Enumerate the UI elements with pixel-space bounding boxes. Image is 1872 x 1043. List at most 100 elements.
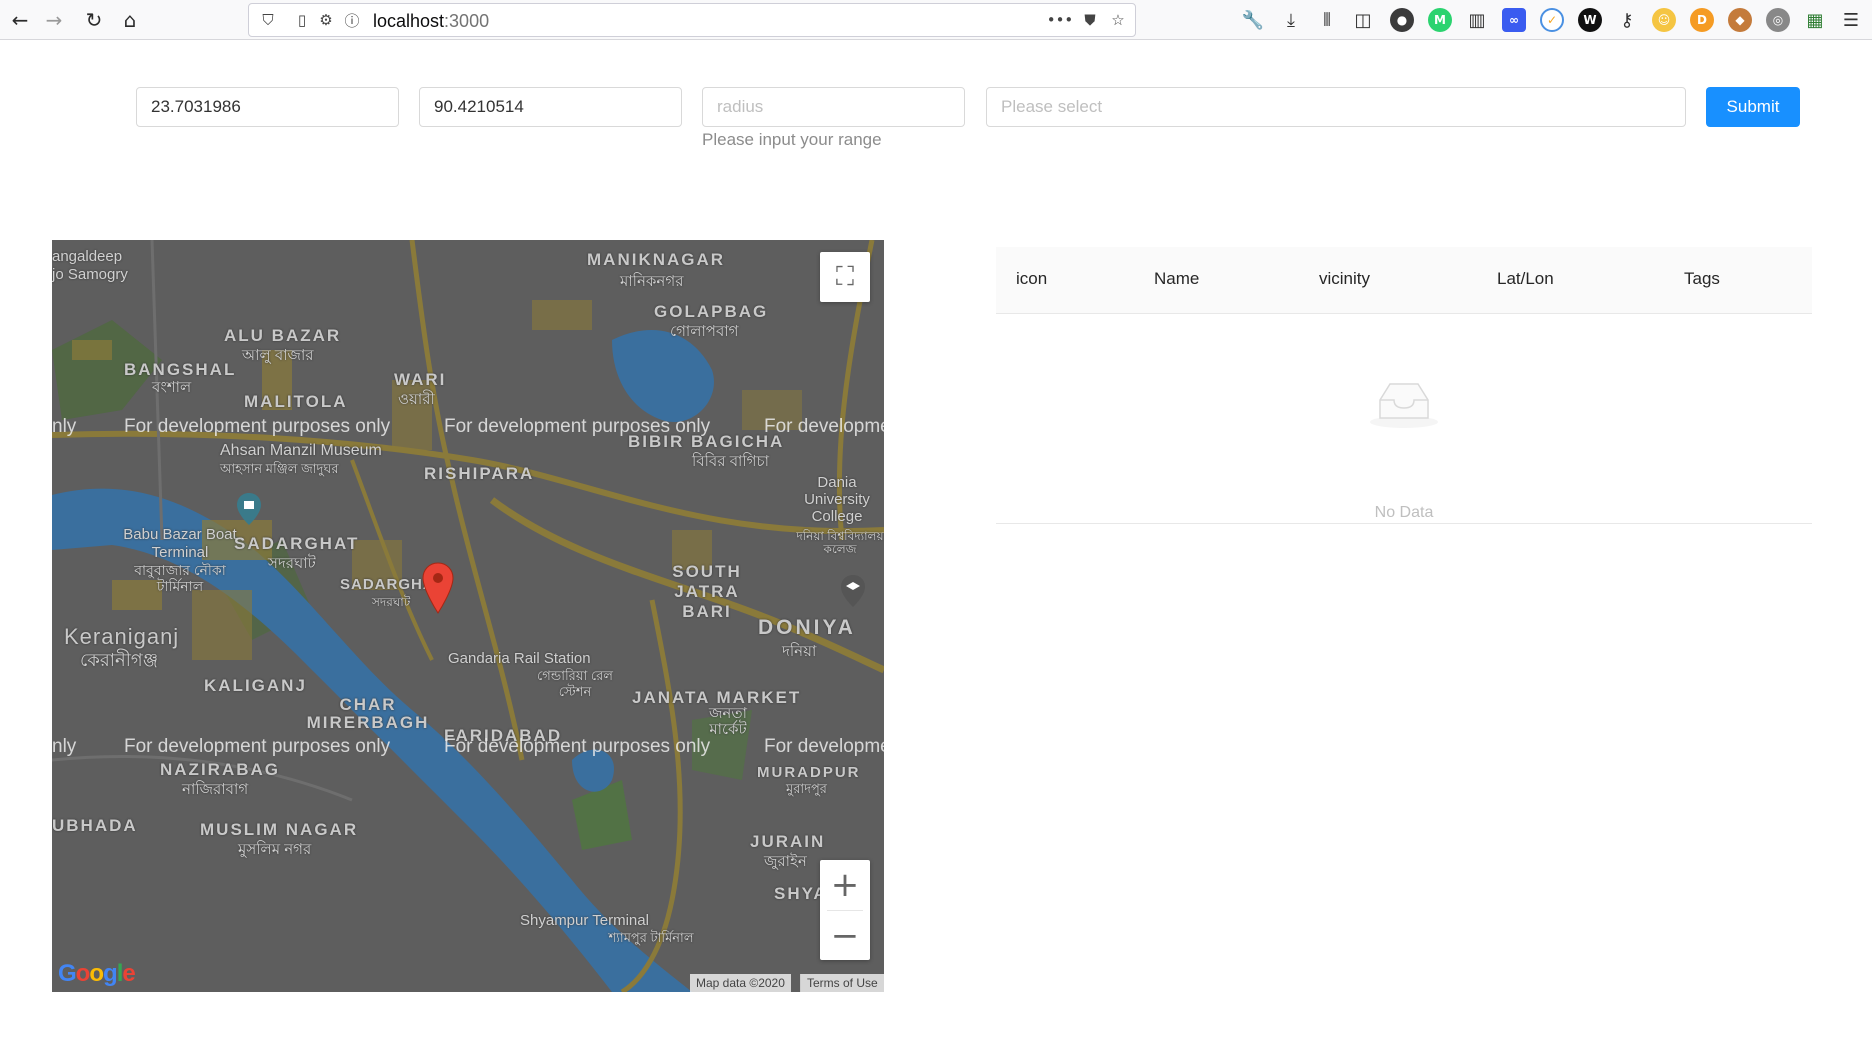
place-label: বিবির বাগিচা (692, 453, 769, 470)
google-logo-letter: e (122, 960, 135, 987)
column-header-icon: icon (1016, 269, 1048, 288)
reload-icon[interactable]: ↻ (80, 6, 108, 34)
extension-m-icon[interactable]: M (1428, 8, 1452, 32)
menu-icon[interactable]: ☰ (1838, 7, 1864, 33)
url-host: localhost (373, 11, 445, 31)
map-attribution[interactable]: Map data ©2020 (690, 974, 791, 992)
place-label: সদরঘাট (372, 595, 411, 609)
school-pin-icon[interactable] (840, 574, 866, 608)
extension-puzzle-icon[interactable]: ▦ (1802, 7, 1828, 33)
place-label: আহসান মঞ্জিল জাদুঘর (220, 461, 339, 476)
watermark-text: For development purposes only (444, 416, 711, 437)
place-label: MANIKNAGAR (587, 250, 726, 269)
place-label: MALITOLA (244, 392, 348, 411)
zoom-out-button[interactable]: − (820, 911, 870, 961)
watermark-text: For development purposes only (444, 736, 711, 757)
place-label: গোলাপবাগ (670, 323, 739, 340)
download-icon[interactable]: ⤓ (1278, 7, 1304, 33)
place-label: দনিয়া বিশ্ববিদ্যালয় কলেজ (796, 529, 884, 556)
place-label: MUSLIM NAGAR (200, 820, 359, 839)
place-label: মানিকনগর (620, 273, 684, 290)
wrench-icon[interactable]: 🔧 (1240, 7, 1266, 33)
place-label: UBHADA (52, 816, 138, 835)
place-label: RISHIPARA (424, 464, 535, 483)
extension-m-letter: M (1434, 13, 1446, 27)
museum-pin-icon[interactable] (236, 492, 262, 526)
extension-d-icon[interactable]: D (1690, 8, 1714, 32)
place-label: শ্যামপুর টার্মিনাল (608, 930, 694, 945)
location-marker-icon[interactable] (422, 562, 454, 614)
bookmark-star-icon[interactable]: ☆ (1107, 9, 1129, 31)
watermark-text: nly (52, 736, 77, 757)
site-info-icon[interactable]: ⓘ (341, 9, 363, 31)
place-label: মুরাদপুর (786, 781, 827, 796)
pocket-icon[interactable]: ⛊ (1079, 9, 1101, 31)
place-label: ওয়ারী (398, 391, 435, 408)
permissions-icon[interactable]: ⚙ (315, 9, 337, 31)
library-icon[interactable]: ⫴ (1314, 7, 1340, 33)
watermark-text: For development purposes only (124, 416, 391, 437)
extension-globe-icon[interactable]: ◎ (1766, 8, 1790, 32)
place-label: GOLAPBAG (654, 302, 769, 321)
place-label: SOUTH JATRA BARI (672, 562, 742, 621)
place-label: DONIYA (758, 616, 856, 639)
page-icon[interactable]: ▯ (291, 9, 313, 31)
more-icon[interactable]: ••• (1047, 9, 1074, 31)
url-port: :3000 (444, 11, 490, 31)
terms-link[interactable]: Terms of Use (800, 974, 884, 992)
place-label: দনিয়া (782, 643, 817, 660)
forward-icon[interactable]: → (40, 6, 68, 34)
latitude-input[interactable] (136, 87, 399, 127)
watermark-text: For developme (764, 736, 884, 757)
sidebar-icon[interactable]: ◫ (1350, 7, 1376, 33)
place-label: KALIGANJ (204, 676, 307, 695)
longitude-input[interactable] (419, 87, 682, 127)
column-header-name: Name (1154, 269, 1200, 288)
back-icon[interactable]: ← (6, 6, 34, 34)
submit-button[interactable]: Submit (1706, 87, 1800, 127)
google-logo-letter: G (58, 960, 77, 987)
place-label: গেন্ডারিয়া রেল স্টেশন (537, 668, 613, 699)
table-header: icon Name vicinity Lat/Lon Tags (996, 247, 1812, 314)
zoom-in-button[interactable]: + (820, 860, 870, 910)
column-header-tags: Tags (1684, 269, 1720, 288)
map[interactable]: MANIKNAGAR মানিকনগর GOLAPBAG গোলাপবাগ an… (52, 240, 884, 992)
place-label: নাজিরাবাগ (182, 781, 249, 798)
place-label: JURAIN (750, 832, 826, 851)
extension-bars-icon[interactable]: ▥ (1464, 7, 1490, 33)
shield-icon[interactable]: ⛉ (257, 9, 279, 31)
place-label: বংশাল (152, 379, 192, 396)
place-label: WARI (394, 370, 447, 389)
extension-key-icon[interactable]: ⚷ (1614, 7, 1640, 33)
url-text[interactable]: localhost:3000 (373, 11, 489, 32)
table-empty-state: No Data (996, 314, 1812, 524)
place-label: মুসলিম নগর (238, 841, 312, 858)
place-label: MURADPUR (757, 764, 861, 781)
empty-inbox-icon (1370, 383, 1438, 428)
results-table: icon Name vicinity Lat/Lon Tags No Data (996, 247, 1812, 524)
radius-input[interactable] (702, 87, 965, 127)
place-label: জুরাইন (764, 853, 807, 870)
extension-sync-icon[interactable]: ∞ (1502, 8, 1526, 32)
watermark-text: For development purposes only (124, 736, 391, 757)
fullscreen-button[interactable]: ⛶ (820, 252, 870, 302)
place-label: বাবুবাজার নৌকা টার্মিনাল (134, 562, 226, 594)
tags-select[interactable] (986, 87, 1686, 127)
account-icon[interactable]: ● (1390, 8, 1414, 32)
place-label: NAZIRABAG (160, 760, 280, 779)
extension-smile-icon[interactable]: ☺ (1652, 8, 1676, 32)
column-header-latlon: Lat/Lon (1497, 269, 1554, 288)
place-label: jo Samogry (52, 266, 128, 283)
google-logo-letter: o (89, 960, 104, 987)
watermark-text: For developme (764, 416, 884, 437)
column-header-vicinity: vicinity (1319, 269, 1371, 288)
place-label: Babu Bazar Boat Terminal (123, 526, 237, 561)
watermark-text: nly (52, 416, 77, 437)
google-logo[interactable]: Google (58, 960, 136, 988)
extension-w-icon[interactable]: W (1578, 8, 1602, 32)
place-label: আলু বাজার (242, 347, 314, 364)
extension-badger-icon[interactable]: ◆ (1728, 8, 1752, 32)
home-icon[interactable]: ⌂ (116, 6, 144, 34)
url-bar[interactable]: ⛉ ▯ ⚙ ⓘ localhost:3000 ••• ⛊ ☆ (248, 3, 1136, 37)
extension-check-icon[interactable]: ✓ (1540, 8, 1564, 32)
